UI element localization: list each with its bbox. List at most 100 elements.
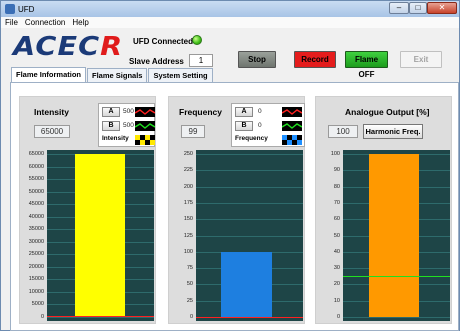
intensity-y-ticks: 0 5000 10000 15000 20000 25000 30000 35000 40000… (20, 150, 46, 321)
minimize-button[interactable]: – (389, 2, 409, 14)
y-tick-label: 175 (183, 199, 193, 206)
y-tick-label: 50 (333, 232, 340, 239)
channel-b-value: 500 (123, 122, 134, 129)
y-tick-label: 40 (333, 248, 340, 255)
frequency-legend: A 0 B 0 Frequency (231, 103, 305, 147)
y-tick-label: 55000 (28, 176, 44, 183)
grid-line (196, 202, 303, 204)
red-wave-icon (282, 107, 302, 117)
y-tick-label: 25 (186, 297, 193, 304)
blue-checker-icon (282, 135, 302, 145)
y-tick-label: 250 (183, 151, 193, 157)
title-bar[interactable]: UFD – □ ✕ (1, 1, 459, 17)
connection-led-icon (192, 35, 202, 45)
stop-button[interactable]: Stop (238, 51, 276, 68)
y-tick-label: 200 (183, 183, 193, 190)
intensity-legend: A 500 B 500 Intensity (98, 103, 155, 147)
threshold-line-b (196, 317, 303, 318)
red-wave-icon (135, 107, 155, 117)
frequency-value: 99 (181, 125, 205, 138)
yellow-checker-icon (135, 135, 155, 145)
y-tick-label: 5000 (31, 301, 44, 308)
maximize-button[interactable]: □ (409, 2, 427, 14)
y-tick-label: 20 (333, 281, 340, 288)
frequency-y-ticks: 0 25 50 75 100 125 150 175 200 225 250 (169, 150, 195, 321)
y-tick-label: 35000 (28, 226, 44, 233)
y-tick-label: 60000 (28, 163, 44, 170)
y-tick-label: 60 (333, 216, 340, 223)
menu-connection[interactable]: Connection (25, 18, 65, 27)
intensity-title: Intensity (34, 107, 69, 117)
y-tick-label: 65000 (28, 151, 44, 157)
flame-off-button[interactable]: Flame OFF (345, 51, 388, 79)
y-tick-label: 10000 (28, 288, 44, 295)
y-tick-label: 50 (186, 281, 193, 288)
threshold-line-b (47, 315, 154, 317)
app-icon (5, 4, 15, 14)
close-button[interactable]: ✕ (427, 2, 457, 14)
y-tick-label: 15000 (28, 276, 44, 283)
grid-line (47, 317, 154, 318)
channel-a-button[interactable]: A (102, 107, 120, 117)
y-tick-label: 0 (336, 314, 340, 320)
slave-address-field[interactable]: 1 (189, 54, 213, 67)
logo-main: ACEC (13, 32, 101, 62)
y-tick-label: 25000 (28, 251, 44, 258)
frequency-panel: Frequency 99 A 0 B 0 Frequency 0 25 50 75 10… (168, 96, 305, 324)
channel-a-button[interactable]: A (235, 107, 253, 117)
channel-b-button[interactable]: B (102, 121, 120, 131)
channel-a-value: 0 (258, 108, 262, 115)
analogue-plot (343, 150, 450, 321)
y-tick-label: 40000 (28, 213, 44, 220)
grid-line (196, 219, 303, 221)
green-wave-icon (135, 121, 155, 131)
logo: ACECR (13, 32, 123, 62)
value-bar (75, 154, 125, 317)
frequency-plot (196, 150, 303, 321)
menu-file[interactable]: File (5, 18, 18, 27)
menu-bar: File Connection Help (1, 17, 459, 28)
grid-line (196, 154, 303, 155)
tab-flame-signals[interactable]: Flame Signals (87, 68, 148, 82)
grid-line (196, 170, 303, 172)
intensity-sublabel: Intensity (102, 135, 129, 142)
tab-bar: Flame Information Flame Signals System S… (11, 67, 214, 82)
channel-a-value: 500 (123, 108, 134, 115)
analogue-value: 100 (328, 125, 358, 138)
y-tick-label: 150 (183, 216, 193, 223)
analogue-panel: Analogue Output [%] 100 Harmonic Freq. 0… (315, 96, 452, 324)
value-bar (221, 252, 272, 317)
y-tick-label: 100 (183, 248, 193, 255)
app-window: UFD – □ ✕ File Connection Help ACECR UFD… (0, 0, 460, 331)
threshold-line-a (343, 276, 450, 278)
grid-line (343, 317, 450, 318)
tab-flame-information[interactable]: Flame Information (11, 67, 87, 82)
tab-system-setting[interactable]: System Setting (148, 68, 213, 82)
grid-line (196, 186, 303, 188)
y-tick-label: 225 (183, 167, 193, 174)
y-tick-label: 30 (333, 265, 340, 272)
window-title: UFD (18, 4, 35, 14)
y-tick-label: 0 (40, 314, 44, 320)
y-tick-label: 70 (333, 199, 340, 206)
analogue-title: Analogue Output [%] (345, 107, 430, 117)
harmonic-freq-button[interactable]: Harmonic Freq. (363, 124, 423, 139)
y-tick-label: 45000 (28, 201, 44, 208)
analogue-y-ticks: 0 10 20 30 40 50 60 70 80 90 100 (316, 150, 342, 321)
intensity-panel: Intensity 65000 A 500 B 500 Intensity 0 5… (19, 96, 156, 324)
intensity-plot (47, 150, 154, 321)
y-tick-label: 80 (333, 183, 340, 190)
y-tick-label: 50000 (28, 188, 44, 195)
y-tick-label: 10 (333, 297, 340, 304)
grid-line (196, 235, 303, 237)
exit-button[interactable]: Exit (400, 51, 442, 68)
green-wave-icon (282, 121, 302, 131)
connection-status-label: UFD Connected (133, 37, 193, 46)
record-button[interactable]: Record (294, 51, 336, 68)
y-tick-label: 30000 (28, 238, 44, 245)
channel-b-button[interactable]: B (235, 121, 253, 131)
y-tick-label: 20000 (28, 263, 44, 270)
menu-help[interactable]: Help (72, 18, 88, 27)
logo-accent: R (100, 32, 124, 62)
y-tick-label: 0 (189, 314, 193, 320)
